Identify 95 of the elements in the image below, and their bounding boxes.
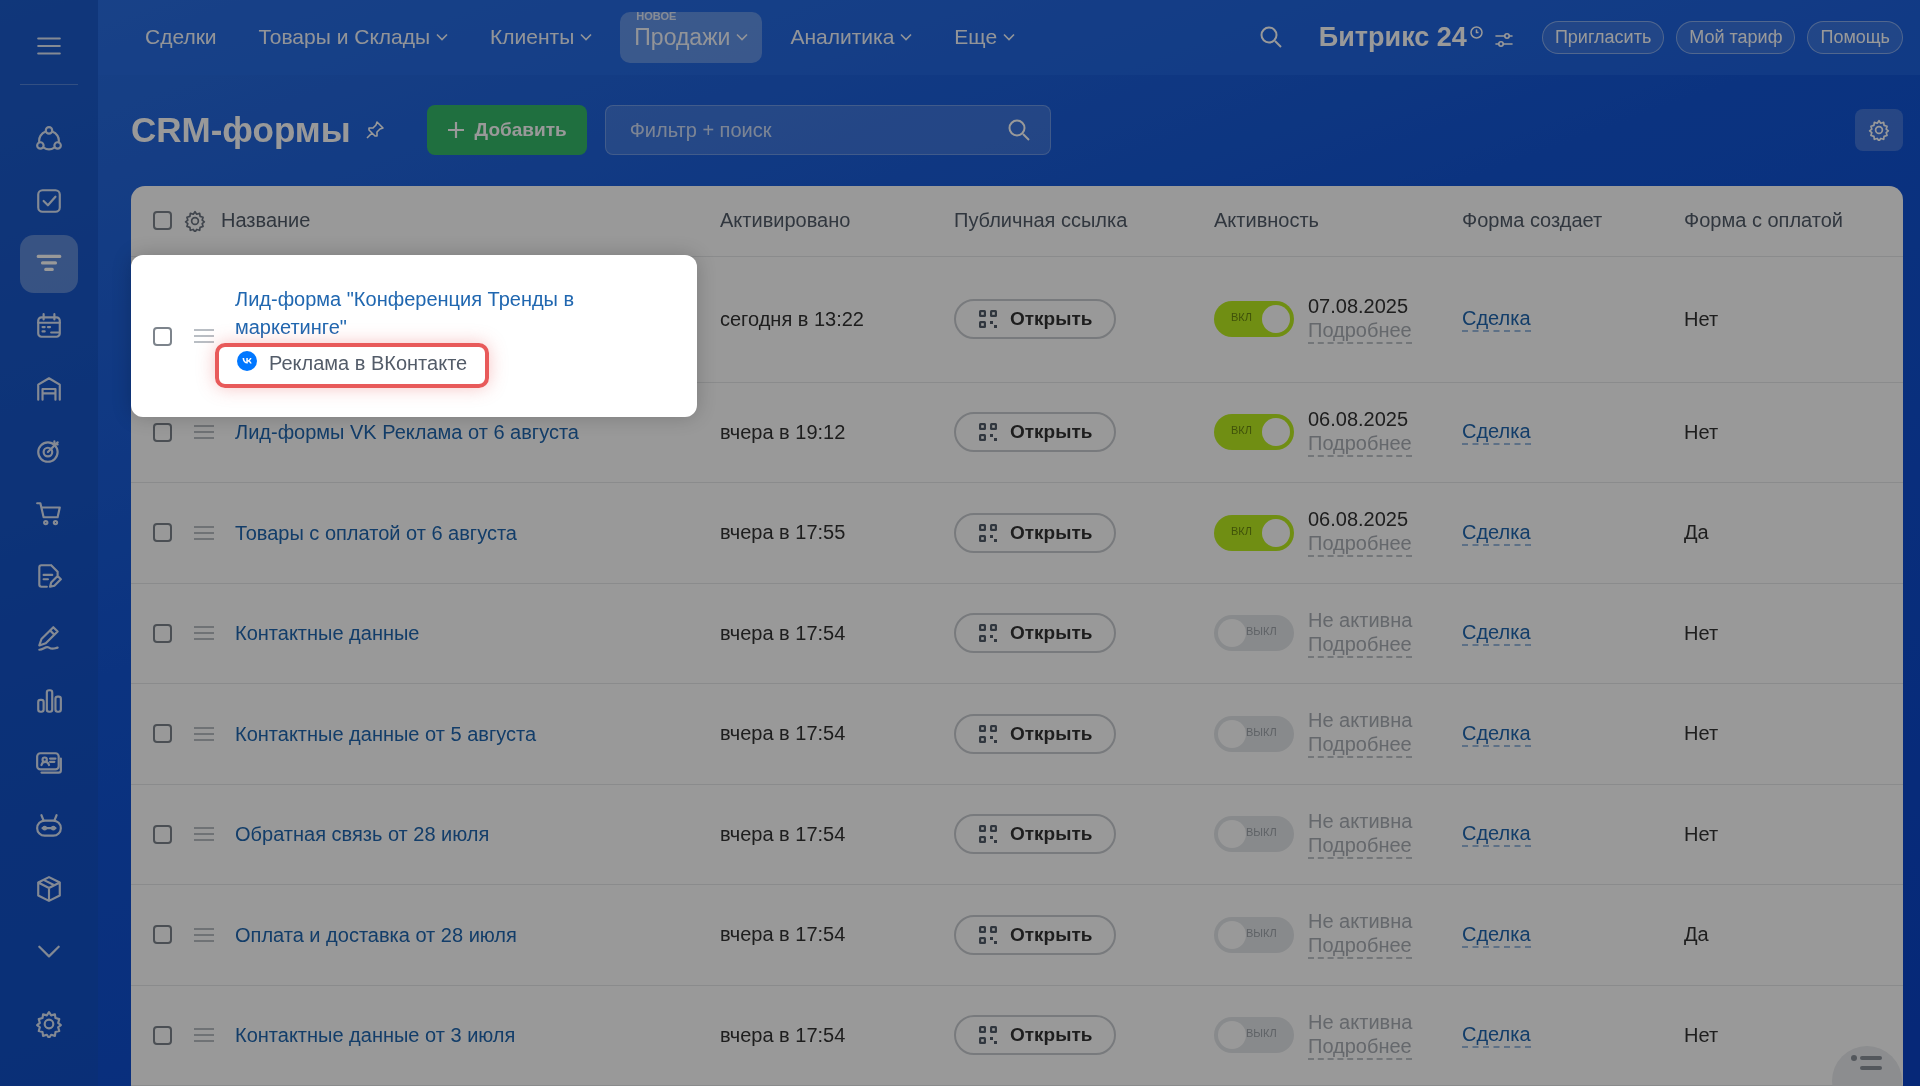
form-name-link[interactable]: Контактные данные от 5 августа [235,719,536,748]
column-header[interactable]: Активность [1214,209,1320,232]
entity-link[interactable]: Сделка [1462,921,1531,948]
open-button[interactable]: Открыть [954,1015,1117,1056]
drag-handle-icon[interactable] [193,927,215,942]
checkbox[interactable] [153,623,172,643]
form-name-link[interactable]: Лид-форма "Конференция Тренды в маркетинге" [235,284,605,341]
qr-code-icon [978,422,998,443]
open-button[interactable]: Открыть [954,412,1117,453]
plus-icon [446,121,465,139]
entity-link[interactable]: Сделка [1462,720,1531,747]
open-button[interactable]: Открыть [954,914,1117,955]
open-button[interactable]: Открыть [954,713,1117,754]
logo-text: Битрикс 24 [1318,21,1467,53]
search-icon[interactable] [1258,25,1283,50]
qr-code-icon [978,623,998,644]
column-header[interactable]: Форма создает [1462,209,1603,232]
payment-value: Да [1684,521,1709,545]
activation-time: вчера в 17:54 [720,923,846,947]
column-header[interactable]: Публичная ссылка [954,209,1128,232]
activation-time: вчера в 17:54 [720,1023,846,1047]
open-button[interactable]: Открыть [954,814,1117,855]
payment-value: Нет [1684,1023,1719,1047]
page-title: CRM-формы [131,110,351,150]
form-name-link[interactable]: Контактные данные [235,619,420,648]
entity-link[interactable]: Сделка [1462,419,1531,446]
payment-value: Нет [1684,420,1719,444]
qr-code-icon [978,824,998,845]
activation-time: сегодня в 13:22 [720,307,864,331]
payment-value: Нет [1684,822,1719,846]
checkbox[interactable] [153,824,172,844]
qr-code-icon [978,723,998,744]
checkbox[interactable] [153,925,172,945]
activation-time: вчера в 17:54 [720,621,846,645]
drag-handle-icon[interactable] [193,525,215,540]
search-icon[interactable] [1006,118,1031,142]
form-name-link[interactable]: Контактные данные от 3 июля [235,1021,516,1050]
settings-icon [1868,119,1890,141]
drag-handle-icon[interactable] [193,726,215,741]
checkbox[interactable] [153,211,172,230]
activation-time: вчера в 17:54 [720,722,846,746]
entity-link[interactable]: Сделка [1462,519,1531,546]
nav-tab[interactable]: Клиенты [476,13,607,62]
add-button[interactable]: Добавить [426,105,587,155]
payment-value: Да [1684,923,1709,947]
source-label: Реклама в ВКонтакте [269,351,468,375]
open-button[interactable]: Открыть [954,613,1117,654]
settings-icon[interactable] [184,209,206,232]
qr-code-icon [978,1025,998,1046]
entity-link[interactable]: Сделка [1462,306,1531,332]
payment-value: Нет [1684,621,1719,645]
form-name-link[interactable]: Товары с оплатой от 6 августа [235,518,517,547]
drag-handle-icon[interactable] [193,329,215,343]
checkbox[interactable] [153,523,172,543]
form-name-link[interactable]: Лид-формы VK Реклама от 6 августа [235,418,579,447]
drag-handle-icon[interactable] [193,827,215,842]
drag-handle-icon[interactable] [193,626,215,641]
payment-value: Нет [1684,722,1719,746]
new-label: НОВОЕ [636,9,677,22]
pin-icon[interactable] [364,120,385,140]
nav-tab[interactable]: Сделки [131,13,231,62]
open-button[interactable]: Открыть [954,512,1117,553]
nav-tab[interactable]: Еще [940,13,1030,62]
sliders-icon[interactable] [1493,31,1514,48]
checkbox[interactable] [153,422,172,442]
entity-link[interactable]: Сделка [1462,821,1531,848]
column-header[interactable]: Активировано [720,209,851,232]
checkbox[interactable] [153,326,172,346]
drag-handle-icon[interactable] [193,1028,215,1043]
clock-icon [1469,25,1483,39]
status-text: 06.08.2025 [1308,407,1410,431]
form-name-link[interactable]: Обратная связь от 28 июля [235,820,490,849]
toggle-switch[interactable]: ВКЛ [1214,514,1294,551]
payment-value: Нет [1684,307,1719,331]
toggle-switch[interactable]: ВКЛ [1214,301,1294,337]
column-header[interactable]: Название [221,209,311,232]
activation-time: вчера в 17:54 [720,822,846,846]
activation-time: вчера в 17:55 [720,521,846,545]
nav-tab[interactable]: Товары и Склады [244,13,463,62]
checkbox[interactable] [153,1025,172,1045]
activation-time: вчера в 19:12 [720,420,846,444]
checkbox[interactable] [153,724,172,744]
column-header[interactable]: Форма с оплатой [1684,209,1843,232]
entity-link[interactable]: Сделка [1462,1022,1531,1049]
status-text: 06.08.2025 [1308,508,1410,532]
open-button[interactable]: Открыть [954,299,1117,339]
toggle-switch[interactable]: ВКЛ [1214,414,1294,451]
qr-code-icon [978,522,998,543]
qr-code-icon [978,924,998,945]
status-text: 07.08.2025 [1308,294,1410,318]
nav-tab[interactable]: Аналитика [776,13,927,62]
form-name-link[interactable]: Оплата и доставка от 28 июля [235,920,517,949]
qr-code-icon [978,309,998,329]
drag-handle-icon[interactable] [193,425,215,440]
entity-link[interactable]: Сделка [1462,620,1531,647]
